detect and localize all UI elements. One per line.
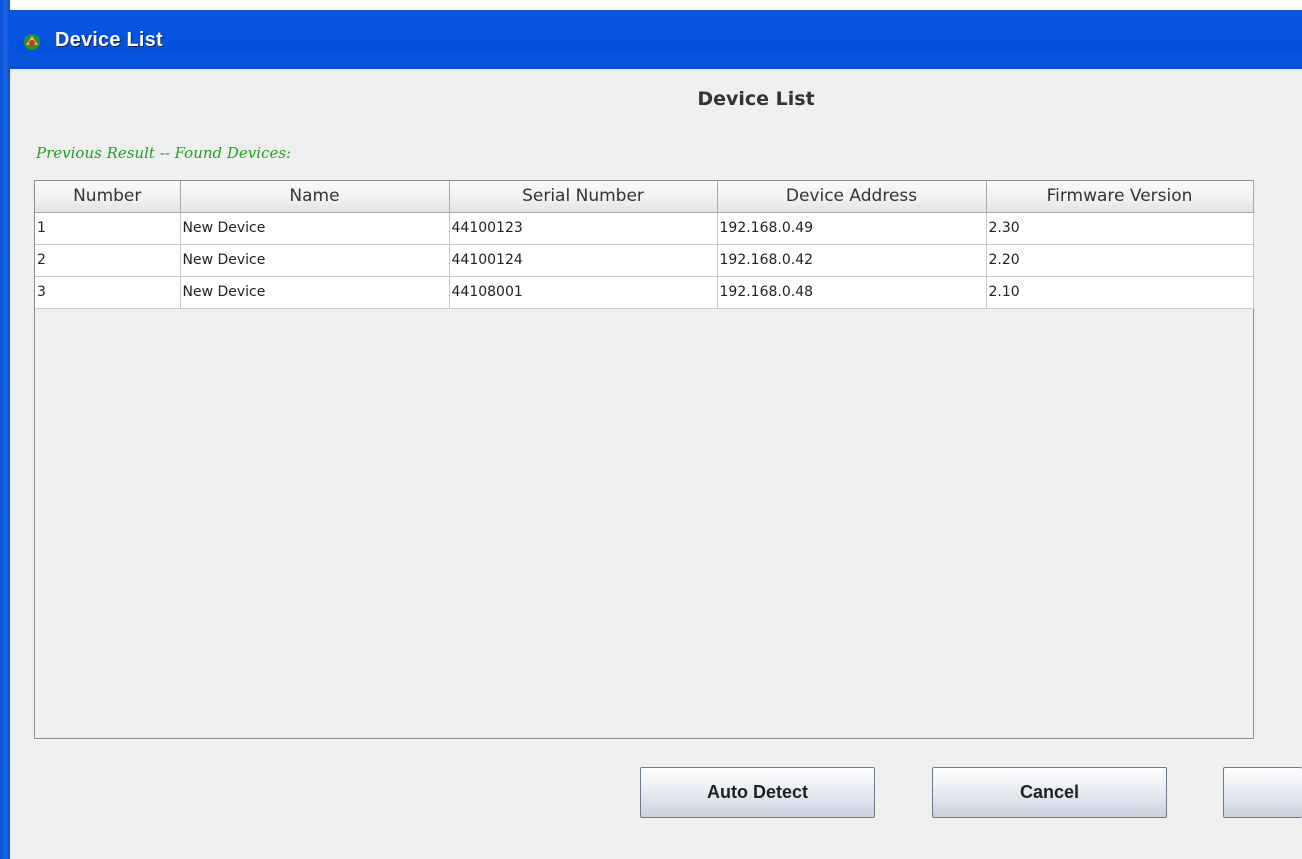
cell-device-address[interactable]: 192.168.0.48 — [717, 276, 987, 309]
cell-number[interactable]: 2 — [35, 244, 181, 277]
cell-firmware-version[interactable]: 2.30 — [986, 212, 1254, 245]
cell-name[interactable]: New Device — [180, 276, 450, 309]
column-header-number[interactable]: Number — [35, 181, 181, 213]
cell-name[interactable]: New Device — [180, 212, 450, 245]
cell-firmware-version[interactable]: 2.20 — [986, 244, 1254, 277]
results-subtitle: Previous Result -- Found Devices: — [36, 144, 292, 162]
device-table-panel: Number Name Serial Number Device Address… — [34, 180, 1254, 739]
page-heading: Device List — [697, 88, 815, 110]
table-header-row: Number Name Serial Number Device Address… — [35, 181, 1254, 213]
title-bar[interactable]: Device List — [0, 0, 1302, 69]
third-button[interactable] — [1223, 767, 1302, 818]
column-header-serial-number[interactable]: Serial Number — [449, 181, 718, 213]
java-app-icon — [24, 34, 40, 50]
table-row[interactable]: 2 New Device 44100124 192.168.0.42 2.20 — [35, 244, 1254, 277]
column-header-device-address[interactable]: Device Address — [717, 181, 987, 213]
column-header-firmware-version[interactable]: Firmware Version — [986, 181, 1254, 213]
window-left-border — [0, 0, 10, 859]
titlebar-top-gap — [0, 0, 1302, 10]
device-list-window: Device List Device List Previous Result … — [0, 0, 1302, 859]
cell-number[interactable]: 3 — [35, 276, 181, 309]
column-header-name[interactable]: Name — [180, 181, 450, 213]
cell-serial-number[interactable]: 44100123 — [449, 212, 718, 245]
auto-detect-button[interactable]: Auto Detect — [640, 767, 875, 818]
cell-serial-number[interactable]: 44100124 — [449, 244, 718, 277]
cell-serial-number[interactable]: 44108001 — [449, 276, 718, 309]
cell-name[interactable]: New Device — [180, 244, 450, 277]
table-row[interactable]: 1 New Device 44100123 192.168.0.49 2.30 — [35, 212, 1254, 245]
cell-device-address[interactable]: 192.168.0.49 — [717, 212, 987, 245]
cell-device-address[interactable]: 192.168.0.42 — [717, 244, 987, 277]
cell-firmware-version[interactable]: 2.10 — [986, 276, 1254, 309]
window-title: Device List — [55, 29, 163, 51]
cell-number[interactable]: 1 — [35, 212, 181, 245]
device-table: Number Name Serial Number Device Address… — [35, 181, 1254, 309]
table-row[interactable]: 3 New Device 44108001 192.168.0.48 2.10 — [35, 276, 1254, 309]
cancel-button[interactable]: Cancel — [932, 767, 1167, 818]
